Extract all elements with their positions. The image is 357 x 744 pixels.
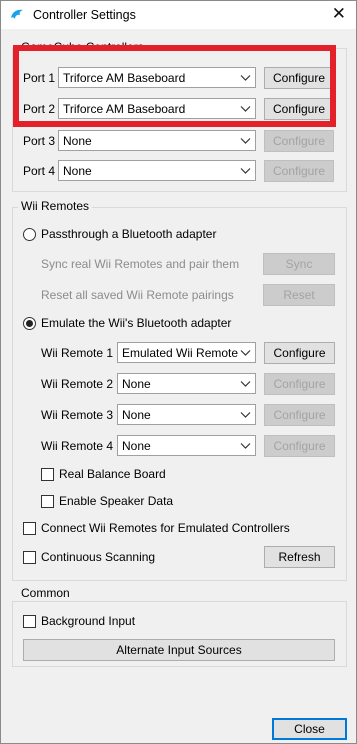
wii-remote-1-select[interactable]: Emulated Wii Remote xyxy=(117,342,256,363)
port-1-value: Triforce AM Baseboard xyxy=(63,71,186,85)
port-2-value: Triforce AM Baseboard xyxy=(63,102,186,116)
port-3-label: Port 3 xyxy=(23,134,56,148)
speaker-data-label[interactable]: Enable Speaker Data xyxy=(59,494,173,508)
chevron-down-icon xyxy=(240,443,251,449)
gamecube-group-title: GameCube Controllers xyxy=(18,40,147,54)
chevron-down-icon xyxy=(240,350,251,356)
port-2-configure-button[interactable]: Configure xyxy=(264,98,334,120)
passthrough-radio[interactable] xyxy=(23,228,36,241)
chevron-down-icon xyxy=(240,381,251,387)
controller-settings-window: Controller Settings ✕ GameCube Controlle… xyxy=(0,0,357,744)
wii-remote-3-label: Wii Remote 3 xyxy=(41,408,114,422)
continuous-scanning-label[interactable]: Continuous Scanning xyxy=(41,550,155,564)
chevron-down-icon xyxy=(240,168,251,174)
balance-board-label[interactable]: Real Balance Board xyxy=(59,467,166,481)
port-4-select[interactable]: None xyxy=(58,160,256,181)
sync-label: Sync real Wii Remotes and pair them xyxy=(41,257,240,271)
port-3-select[interactable]: None xyxy=(58,130,256,151)
window-close-icon[interactable]: ✕ xyxy=(332,4,346,24)
chevron-down-icon xyxy=(240,412,251,418)
wii-remote-2-label: Wii Remote 2 xyxy=(41,377,114,391)
continuous-scanning-checkbox[interactable] xyxy=(23,551,36,564)
port-1-select[interactable]: Triforce AM Baseboard xyxy=(58,67,256,88)
reset-button[interactable]: Reset xyxy=(263,284,335,306)
title-bar[interactable]: Controller Settings ✕ xyxy=(1,1,356,29)
port-4-configure-button[interactable]: Configure xyxy=(264,160,334,182)
wii-remote-2-value: None xyxy=(122,377,151,391)
port-4-label: Port 4 xyxy=(23,164,56,178)
reset-label: Reset all saved Wii Remote pairings xyxy=(41,288,234,302)
emulate-label[interactable]: Emulate the Wii's Bluetooth adapter xyxy=(41,316,231,330)
wii-remote-3-select[interactable]: None xyxy=(117,404,256,425)
speaker-data-checkbox[interactable] xyxy=(41,495,54,508)
radio-dot-icon xyxy=(26,320,33,327)
background-input-checkbox[interactable] xyxy=(23,615,36,628)
background-input-label[interactable]: Background Input xyxy=(41,614,135,628)
wii-remote-4-label: Wii Remote 4 xyxy=(41,439,114,453)
close-button[interactable]: Close xyxy=(272,718,347,740)
chevron-down-icon xyxy=(240,106,251,112)
wii-remote-1-label: Wii Remote 1 xyxy=(41,346,114,360)
connect-wii-remotes-checkbox[interactable] xyxy=(23,522,36,535)
chevron-down-icon xyxy=(240,138,251,144)
balance-board-checkbox[interactable] xyxy=(41,468,54,481)
connect-wii-remotes-label[interactable]: Connect Wii Remotes for Emulated Control… xyxy=(41,521,290,535)
port-4-value: None xyxy=(63,164,92,178)
port-2-label: Port 2 xyxy=(23,102,56,116)
passthrough-label[interactable]: Passthrough a Bluetooth adapter xyxy=(41,227,216,241)
port-1-configure-button[interactable]: Configure xyxy=(264,67,334,89)
wii-remote-2-configure-button[interactable]: Configure xyxy=(264,373,335,395)
refresh-button[interactable]: Refresh xyxy=(264,546,335,568)
wii-remote-4-value: None xyxy=(122,439,151,453)
chevron-down-icon xyxy=(240,75,251,81)
port-2-select[interactable]: Triforce AM Baseboard xyxy=(58,98,256,119)
wii-remote-2-select[interactable]: None xyxy=(117,373,256,394)
window-title: Controller Settings xyxy=(33,8,136,22)
emulate-radio[interactable] xyxy=(23,317,36,330)
wii-remote-4-configure-button[interactable]: Configure xyxy=(264,435,335,457)
sync-button[interactable]: Sync xyxy=(263,253,335,275)
wii-remote-3-value: None xyxy=(122,408,151,422)
wii-remote-1-configure-button[interactable]: Configure xyxy=(264,342,335,364)
alternate-input-sources-button[interactable]: Alternate Input Sources xyxy=(23,639,335,661)
port-3-configure-button[interactable]: Configure xyxy=(264,130,334,152)
wii-remote-1-value: Emulated Wii Remote xyxy=(122,346,239,360)
wii-remote-3-configure-button[interactable]: Configure xyxy=(264,404,335,426)
port-1-label: Port 1 xyxy=(23,71,56,85)
port-3-value: None xyxy=(63,134,92,148)
dolphin-icon xyxy=(11,9,23,19)
wii-remote-4-select[interactable]: None xyxy=(117,435,256,456)
common-group-title: Common xyxy=(18,586,73,600)
wii-group-title: Wii Remotes xyxy=(18,199,93,213)
